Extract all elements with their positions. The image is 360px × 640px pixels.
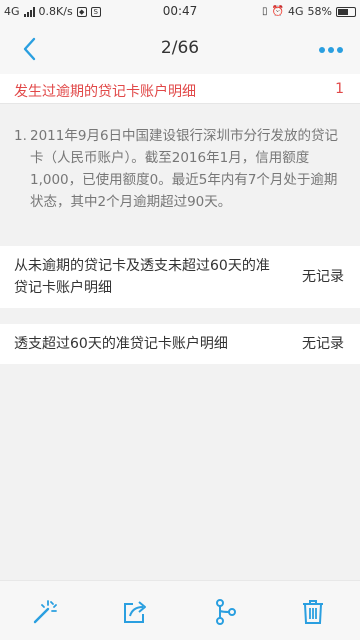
network-type-right: 4G: [288, 5, 304, 18]
list-item-text: 2011年9月6日中国建设银行深圳市分行发放的贷记卡（人民币账户）。截至2016…: [30, 128, 339, 210]
status-bar: 4G 0.8K/s ◆ S 00:47 ▯ ⏰ 4G 58%: [0, 0, 360, 24]
more-button[interactable]: [316, 38, 346, 62]
vibrate-icon: ▯: [262, 6, 268, 17]
row-label: 透支超过60天的准贷记卡账户明细: [14, 336, 228, 352]
list-item-index: 1.: [14, 128, 27, 144]
nav-bar: 2/66: [0, 24, 360, 74]
row-value: 无记录: [302, 336, 344, 352]
more-dots-icon: [319, 47, 325, 53]
trash-icon: [303, 600, 323, 624]
magic-wand-button[interactable]: [30, 597, 60, 627]
bottom-toolbar: [0, 580, 360, 640]
page-indicator: 2/66: [160, 38, 200, 58]
section-title: 发生过逾期的贷记卡账户明细: [14, 84, 196, 100]
row-value: 无记录: [302, 269, 344, 285]
account-row-overdraft[interactable]: 透支超过60天的准贷记卡账户明细 无记录: [0, 324, 360, 364]
account-row-normal[interactable]: 从未逾期的贷记卡及透支未超过60天的准贷记卡账户明细 无记录: [0, 246, 360, 308]
alarm-icon: ⏰: [271, 6, 285, 17]
battery-icon: [336, 6, 356, 17]
share-button[interactable]: [120, 597, 150, 627]
battery-percent: 58%: [307, 5, 332, 18]
branch-button[interactable]: [210, 597, 240, 627]
row-label: 从未逾期的贷记卡及透支未超过60天的准贷记卡账户明细: [14, 258, 270, 296]
list-item: 1. 2011年9月6日中国建设银行深圳市分行发放的贷记卡（人民币账户）。截至2…: [14, 125, 344, 213]
share-icon: [124, 601, 146, 623]
overdue-section-header[interactable]: 发生过逾期的贷记卡账户明细 1: [0, 74, 360, 104]
section-count: 1: [335, 81, 344, 97]
branch-icon: [216, 599, 236, 625]
magic-wand-icon: [33, 600, 57, 624]
detail-list: 1. 2011年9月6日中国建设银行深圳市分行发放的贷记卡（人民币账户）。截至2…: [0, 115, 360, 227]
delete-button[interactable]: [298, 597, 328, 627]
